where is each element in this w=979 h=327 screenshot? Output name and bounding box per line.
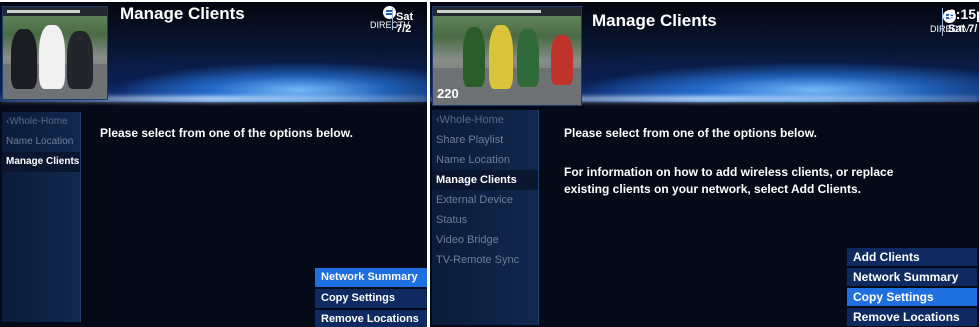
instruction-text: Please select from one of the options be… bbox=[564, 126, 817, 140]
add-clients-option[interactable]: Add Clients bbox=[847, 248, 977, 266]
remove-locations-option[interactable]: Remove Locations bbox=[315, 310, 427, 327]
remove-locations-option[interactable]: Remove Locations bbox=[847, 308, 977, 326]
sidebar-item-external-device[interactable]: External Device bbox=[432, 190, 538, 210]
network-summary-option[interactable]: Network Summary bbox=[315, 268, 427, 287]
page-title: Manage Clients bbox=[592, 11, 717, 30]
right-tv-screen: 220 Manage Clients DIRECTV 8:15p Sat 7/ … bbox=[430, 2, 979, 327]
directv-globe-icon bbox=[383, 6, 397, 19]
channel-number: 220 bbox=[437, 86, 459, 101]
sidebar-item-video-bridge[interactable]: Video Bridge bbox=[432, 230, 538, 250]
instruction-text: Please select from one of the options be… bbox=[100, 126, 353, 140]
sidebar-item-name-location[interactable]: Name Location bbox=[432, 150, 538, 170]
sidebar-item-whole-home[interactable]: ‹Whole-Home bbox=[2, 112, 80, 132]
sidebar-item-share-playlist[interactable]: Share Playlist bbox=[432, 130, 538, 150]
sidebar-item-tv-remote-sync[interactable]: TV-Remote Sync bbox=[432, 250, 538, 270]
left-tv-screen: Manage Clients DIRECTV Sat 7/2 ‹Whole-Ho… bbox=[0, 2, 427, 327]
live-tv-preview: 220 bbox=[432, 6, 582, 106]
sidebar-item-manage-clients[interactable]: Manage Clients bbox=[432, 170, 538, 190]
clock-time: 8:15p bbox=[948, 6, 979, 22]
network-summary-option[interactable]: Network Summary bbox=[847, 268, 977, 286]
copy-settings-option[interactable]: Copy Settings bbox=[847, 288, 977, 306]
sidebar-item-name-location[interactable]: Name Location bbox=[2, 132, 80, 152]
options-menu: Add Clients Network Summary Copy Settings R… bbox=[847, 248, 977, 327]
sidebar-item-status[interactable]: Status bbox=[432, 210, 538, 230]
clock-date: Sat 7/2 bbox=[396, 11, 414, 35]
options-menu: Network Summary Copy Settings Remove Locat… bbox=[315, 268, 427, 327]
clock-date: Sat 7/ bbox=[948, 23, 978, 35]
sidebar-item-whole-home[interactable]: ‹Whole-Home bbox=[432, 110, 538, 130]
copy-settings-option[interactable]: Copy Settings bbox=[315, 289, 427, 308]
sidebar-menu: ‹Whole-Home Share Playlist Name Location Ma… bbox=[432, 110, 539, 325]
sidebar-item-manage-clients[interactable]: Manage Clients bbox=[2, 152, 80, 172]
info-text: For information on how to add wireless c… bbox=[564, 165, 894, 196]
sidebar-menu: ‹Whole-Home Name Location Manage Clients bbox=[2, 112, 81, 322]
live-tv-preview bbox=[2, 6, 108, 100]
page-title: Manage Clients bbox=[120, 4, 245, 23]
